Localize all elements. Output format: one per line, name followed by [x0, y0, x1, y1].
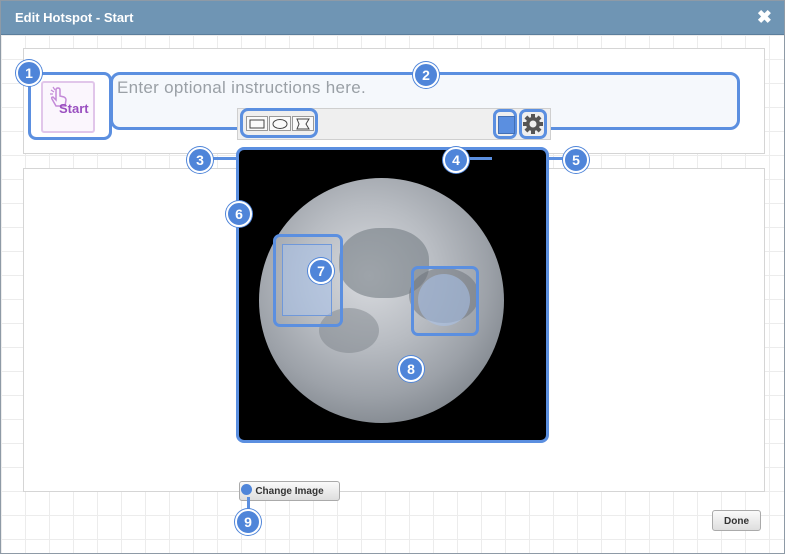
done-button[interactable]: Done [712, 510, 761, 531]
rectangle-hotspot[interactable] [273, 234, 343, 327]
start-icon-frame[interactable]: Start [28, 72, 112, 140]
dialog-titlebar: Edit Hotspot - Start ✖ [1, 1, 784, 35]
callout-badge-1: 1 [16, 60, 42, 86]
change-image-button[interactable]: Change Image [239, 481, 340, 501]
dialog-title: Edit Hotspot - Start [15, 10, 134, 25]
callout-badge-4: 4 [443, 147, 469, 173]
close-icon[interactable]: ✖ [757, 7, 772, 28]
instructions-placeholder: Enter optional instructions here. [117, 78, 366, 97]
callout-badge-7: 7 [308, 258, 334, 284]
rectangle-tool-button[interactable] [246, 116, 268, 131]
gear-icon [523, 114, 543, 134]
shape-tool-group [240, 108, 318, 138]
polygon-tool-button[interactable] [292, 116, 314, 131]
callout-badge-9: 9 [235, 509, 261, 535]
start-icon: Start [41, 81, 95, 133]
ellipse-hotspot-area[interactable] [418, 274, 470, 326]
shape-toolbar [237, 108, 551, 140]
polygon-icon [296, 118, 310, 130]
callout-badge-6: 6 [226, 201, 252, 227]
start-label: Start [59, 101, 89, 116]
settings-button[interactable] [519, 109, 547, 139]
edit-hotspot-dialog: Edit Hotspot - Start ✖ Start Enter optio… [0, 0, 785, 554]
hotspot-color-picker[interactable] [493, 109, 517, 139]
callout-badge-8: 8 [398, 356, 424, 382]
ellipse-tool-button[interactable] [269, 116, 291, 131]
ellipse-icon [272, 119, 288, 129]
rectangle-icon [249, 119, 265, 129]
callout-badge-2: 2 [413, 62, 439, 88]
ellipse-hotspot[interactable] [411, 266, 479, 336]
callout-badge-5: 5 [563, 147, 589, 173]
callout-9-dot [241, 484, 252, 495]
color-swatch [498, 116, 515, 134]
callout-badge-3: 3 [187, 147, 213, 173]
hotspot-image-canvas[interactable] [236, 147, 549, 443]
